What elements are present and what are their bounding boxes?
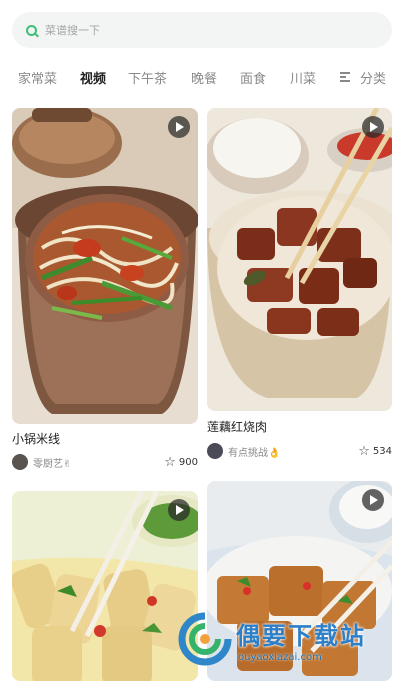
favorite-button[interactable]: ☆ 534 <box>358 445 392 458</box>
star-icon: ☆ <box>358 443 370 459</box>
author-avatar[interactable] <box>12 454 28 470</box>
author-name[interactable]: 零厨艺✌ <box>33 455 71 470</box>
tab-dinner[interactable]: 晚餐 <box>191 68 217 87</box>
favorite-button[interactable]: ☆ 900 <box>164 456 198 469</box>
tab-sichuan[interactable]: 川菜 <box>290 68 316 87</box>
category-tabs: 家常菜 视频 下午茶 晚餐 面食 川菜 分类 <box>0 58 405 96</box>
play-icon[interactable] <box>168 116 190 138</box>
play-icon[interactable] <box>362 116 384 138</box>
recipe-video-thumbnail[interactable] <box>12 108 198 424</box>
star-icon: ☆ <box>164 454 176 470</box>
author-name[interactable]: 有点挑战👌 <box>228 444 280 459</box>
recipe-card[interactable]: 莲藕红烧肉 有点挑战👌 ☆ 534 <box>207 108 392 468</box>
tab-noodles[interactable]: 面食 <box>240 68 266 87</box>
tofu-skin-rolls-image <box>12 491 198 681</box>
recipe-meta: 零厨艺✌ ☆ 900 <box>12 452 198 472</box>
recipe-meta: 有点挑战👌 ☆ 534 <box>207 441 392 461</box>
recipe-video-thumbnail[interactable] <box>12 491 198 681</box>
watermark-logo-icon <box>178 612 232 666</box>
category-button-label: 分类 <box>360 71 387 87</box>
recipe-card[interactable] <box>12 491 198 681</box>
search-icon <box>26 24 37 36</box>
play-icon[interactable] <box>168 499 190 521</box>
favorite-count: 534 <box>372 445 392 457</box>
recipe-video-thumbnail[interactable] <box>207 108 392 411</box>
recipe-title[interactable]: 小锅米线 <box>12 430 60 447</box>
tab-afternoon-tea[interactable]: 下午茶 <box>128 68 167 87</box>
search-input[interactable] <box>45 23 345 37</box>
recipe-card[interactable]: 小锅米线 零厨艺✌ ☆ 900 <box>12 108 198 478</box>
favorite-count: 900 <box>178 456 198 468</box>
tab-home-cooking[interactable]: 家常菜 <box>18 68 57 87</box>
menu-list-icon <box>340 71 352 83</box>
category-button[interactable]: 分类 <box>330 58 405 96</box>
watermark-name: 偶要下载站 <box>236 622 366 650</box>
watermark: 偶要下载站 ouyaoxiazai.com <box>178 612 404 670</box>
watermark-url: ouyaoxiazai.com <box>238 652 322 663</box>
search-bar[interactable] <box>12 12 392 48</box>
braised-pork-image <box>207 108 392 411</box>
recipe-title[interactable]: 莲藕红烧肉 <box>207 418 267 435</box>
tab-video[interactable]: 视频 <box>80 68 106 87</box>
author-avatar[interactable] <box>207 443 223 459</box>
clay-pot-noodles-image <box>12 108 198 424</box>
play-icon[interactable] <box>362 489 384 511</box>
